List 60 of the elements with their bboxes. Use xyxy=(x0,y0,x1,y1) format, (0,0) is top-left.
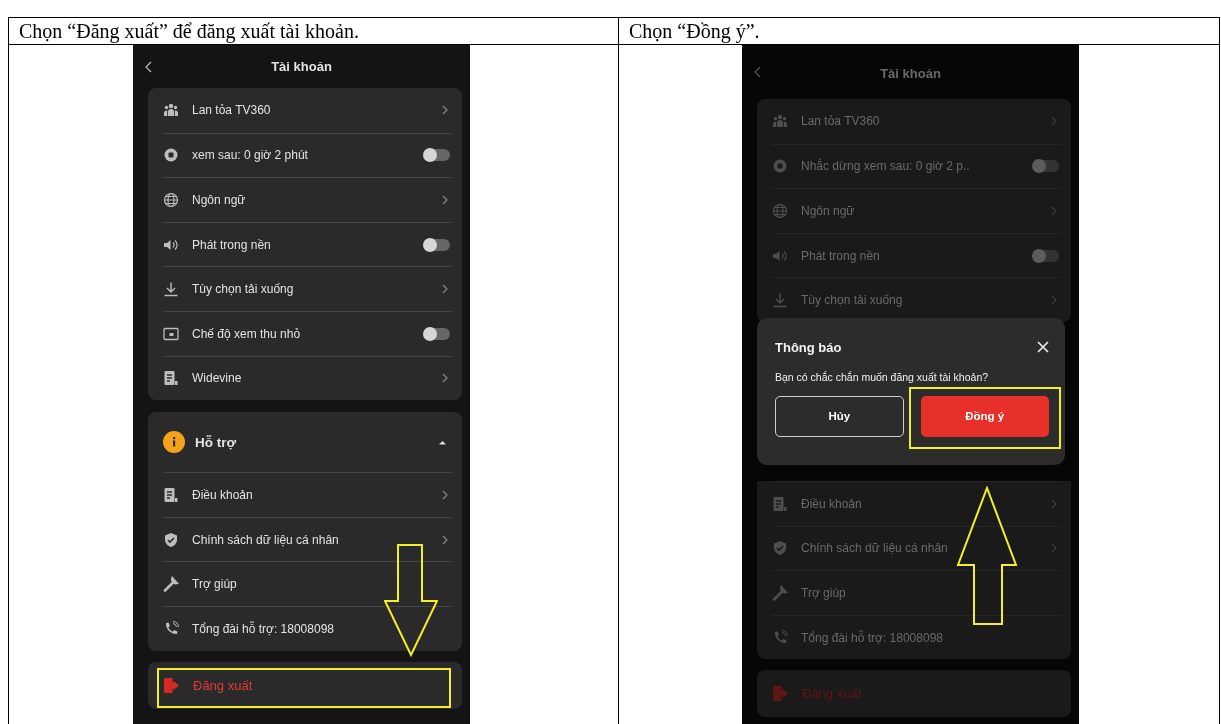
menu-item[interactable]: Phát trong nền xyxy=(192,237,424,252)
chevron-right-icon xyxy=(1051,206,1057,216)
chevron-right-icon xyxy=(442,284,448,295)
chevron-right-icon xyxy=(442,489,448,500)
close-icon[interactable] xyxy=(1037,341,1049,354)
chevron-right-icon xyxy=(442,373,448,384)
dialog-message: Bạn có chắc chắn muốn đăng xuất tài khoản? xyxy=(775,370,990,383)
caption-text: Chọn “Đồng ý”. xyxy=(629,19,760,43)
toggle-switch[interactable] xyxy=(424,149,450,162)
menu-item[interactable]: Điều khoản xyxy=(192,487,442,502)
toggle-switch[interactable] xyxy=(1033,160,1059,173)
document-icon xyxy=(163,486,179,503)
menu-item[interactable]: Chế độ xem thu nhỏ xyxy=(192,326,424,341)
back-icon[interactable] xyxy=(145,60,152,73)
toggle-switch[interactable] xyxy=(424,238,450,251)
chevron-right-icon xyxy=(442,105,448,116)
caption-text: Chọn “Đăng xuất” để đăng xuất tài khoản. xyxy=(19,19,359,43)
exit-door-icon xyxy=(772,685,789,703)
menu-item[interactable]: Lan tỏa TV360 xyxy=(192,103,442,118)
phone-icon xyxy=(772,629,788,646)
people-icon xyxy=(772,113,788,130)
globe-icon xyxy=(772,203,788,219)
section-title[interactable]: Hỗ trợ xyxy=(195,434,439,450)
picture-in-picture-icon xyxy=(163,325,179,342)
people-icon xyxy=(163,102,179,119)
menu-item[interactable]: Tổng đài hỗ trợ: 18008098 xyxy=(192,621,452,636)
screen-title: Tài khoản xyxy=(880,65,941,81)
download-icon xyxy=(163,281,179,298)
document-icon xyxy=(772,495,788,512)
wrench-icon xyxy=(772,584,788,601)
confirm-button[interactable]: Đồng ý xyxy=(920,395,1049,437)
caret-icon[interactable] xyxy=(439,439,446,445)
shield-check-icon xyxy=(772,540,788,557)
chevron-right-icon xyxy=(1051,498,1057,509)
chevron-right-icon xyxy=(1051,116,1057,127)
screen-title: Tài khoản xyxy=(271,59,332,74)
chevron-right-icon xyxy=(442,534,448,545)
info-icon xyxy=(163,431,185,454)
stop-icon xyxy=(772,158,788,175)
download-icon xyxy=(772,292,788,309)
document-icon xyxy=(163,370,179,387)
phone-icon xyxy=(163,620,179,637)
chevron-right-icon xyxy=(1051,295,1057,306)
menu-item[interactable]: Chính sách dữ liệu cá nhân xyxy=(192,532,442,547)
menu-item[interactable]: Widevine xyxy=(192,371,442,386)
shield-check-icon xyxy=(163,531,179,548)
wrench-icon xyxy=(163,576,179,593)
menu-item[interactable]: Trợ giúp xyxy=(192,577,452,592)
cancel-button[interactable]: Hủy xyxy=(775,395,904,437)
chevron-right-icon xyxy=(442,195,448,205)
exit-door-icon xyxy=(163,676,180,694)
chevron-right-icon xyxy=(1051,543,1057,554)
globe-icon xyxy=(163,192,179,208)
dialog-title: Thông báo xyxy=(775,339,842,355)
toggle-switch[interactable] xyxy=(1033,249,1059,262)
toggle-switch[interactable] xyxy=(424,327,450,340)
menu-item[interactable]: xem sau: 0 giờ 2 phút xyxy=(192,148,424,163)
menu-item[interactable]: Tùy chọn tải xuống xyxy=(192,282,442,297)
stop-icon xyxy=(163,147,179,164)
menu-item[interactable]: Ngôn ngữ xyxy=(192,193,442,207)
